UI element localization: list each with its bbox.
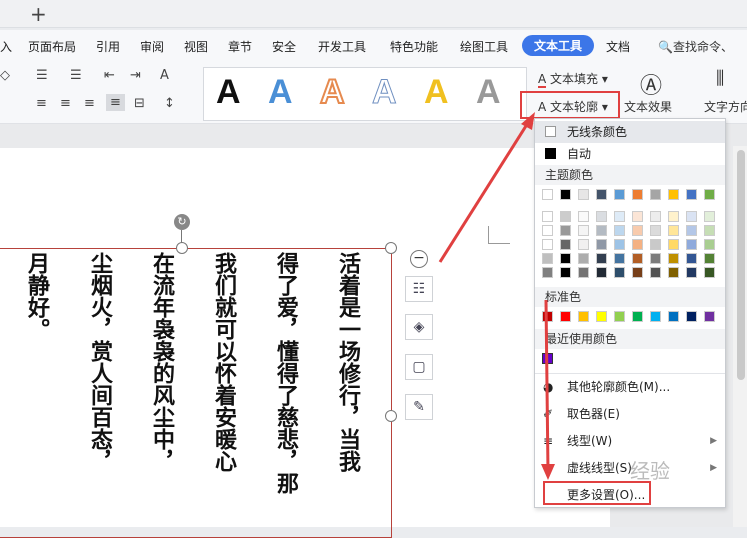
arrowhead-outline <box>521 112 535 130</box>
annotation-arrows <box>438 112 555 480</box>
arrowhead-settings <box>541 464 555 480</box>
watermark: 经验 <box>630 459 670 483</box>
arrow-to-outline <box>438 117 533 263</box>
arrow-to-settings <box>544 299 550 473</box>
